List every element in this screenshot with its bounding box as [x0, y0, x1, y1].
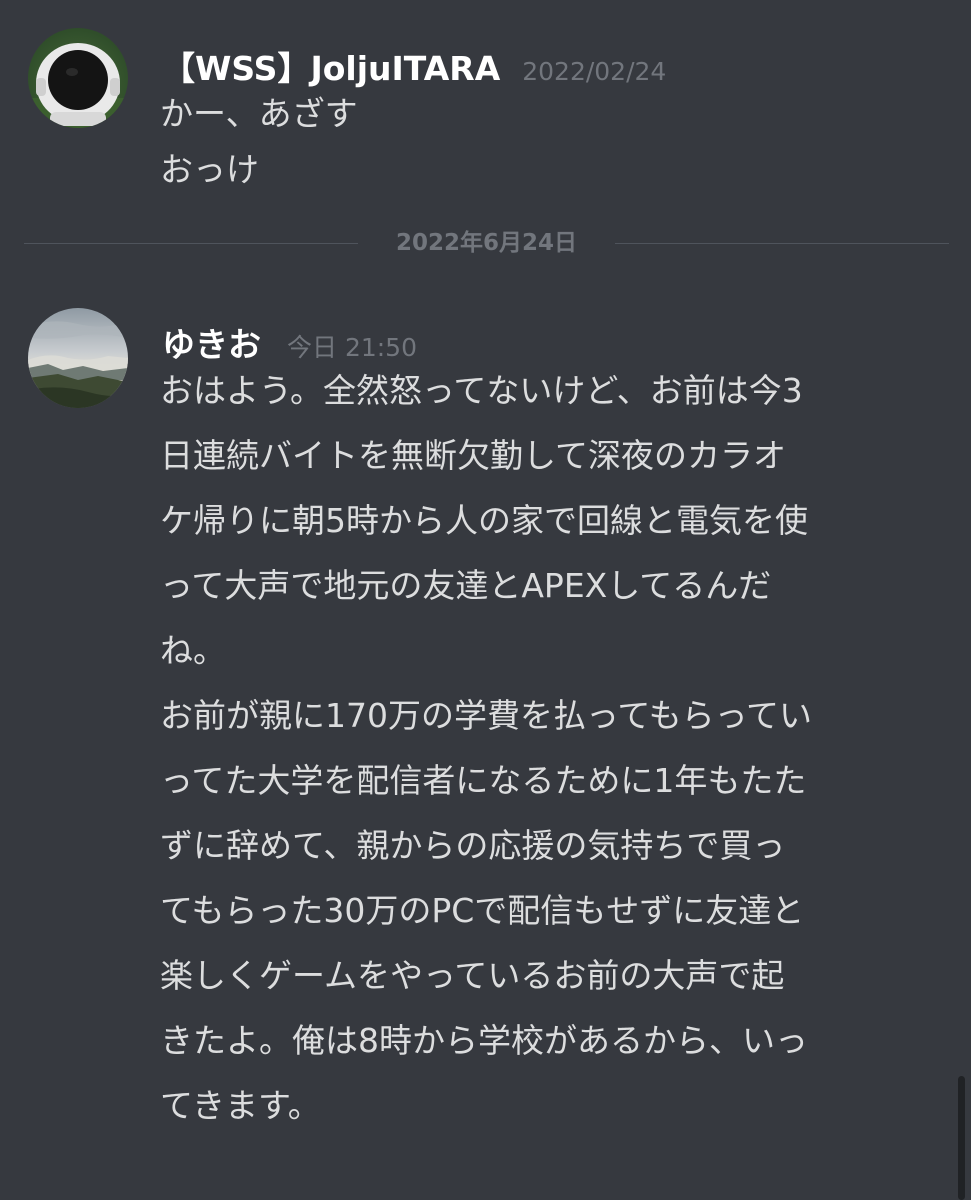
- divider-line: [615, 243, 949, 244]
- message-line: おっけ: [160, 150, 259, 189]
- message-line: お前が親に170万の学費を払ってもらってい: [160, 696, 813, 735]
- message-content: おはよう。全然怒ってないけど、お前は今3 日連続バイトを無断欠勤して深夜のカラオ…: [160, 358, 950, 1138]
- message-line: てきます。: [160, 1086, 321, 1125]
- message-line: ってた大学を配信者になるために1年もたた: [160, 761, 807, 800]
- mountain-landscape-avatar-icon[interactable]: [28, 308, 128, 408]
- timestamp: 2022/02/24: [522, 57, 667, 86]
- chat-message-list: 【WSS】JoljuITARA 2022/02/24 かー、あざす おっけ 20…: [0, 0, 971, 1200]
- message-line: って大声で地元の友達とAPEXしてるんだ: [160, 566, 772, 605]
- date-divider-label: 2022年6月24日: [395, 230, 578, 256]
- message-line: てもらった30万のPCで配信もせずに友達と: [160, 891, 805, 930]
- message-line: ケ帰りに朝5時から人の家で回線と電気を使: [160, 501, 808, 540]
- message-line: おはよう。全然怒ってないけど、お前は今3: [160, 371, 803, 410]
- message-line: ね。: [160, 631, 226, 670]
- message-content: かー、あざす おっけ: [160, 86, 950, 198]
- message-line: ずに辞めて、親からの応援の気持ちで買っ: [160, 826, 786, 865]
- message-line: かー、あざす: [160, 94, 358, 133]
- message-line: きたよ。俺は8時から学校があるから、いっ: [160, 1021, 808, 1060]
- username[interactable]: 【WSS】JoljuITARA: [162, 42, 500, 90]
- scrollbar[interactable]: [958, 1076, 965, 1200]
- date-divider: 2022年6月24日: [24, 228, 949, 258]
- message-line: 日連続バイトを無断欠勤して深夜のカラオ: [160, 436, 787, 475]
- message-line: 楽しくゲームをやっているお前の大声で起: [160, 956, 785, 995]
- message-header: 【WSS】JoljuITARA 2022/02/24: [162, 42, 666, 90]
- divider-line: [24, 243, 358, 244]
- astronaut-avatar-icon[interactable]: [28, 28, 128, 128]
